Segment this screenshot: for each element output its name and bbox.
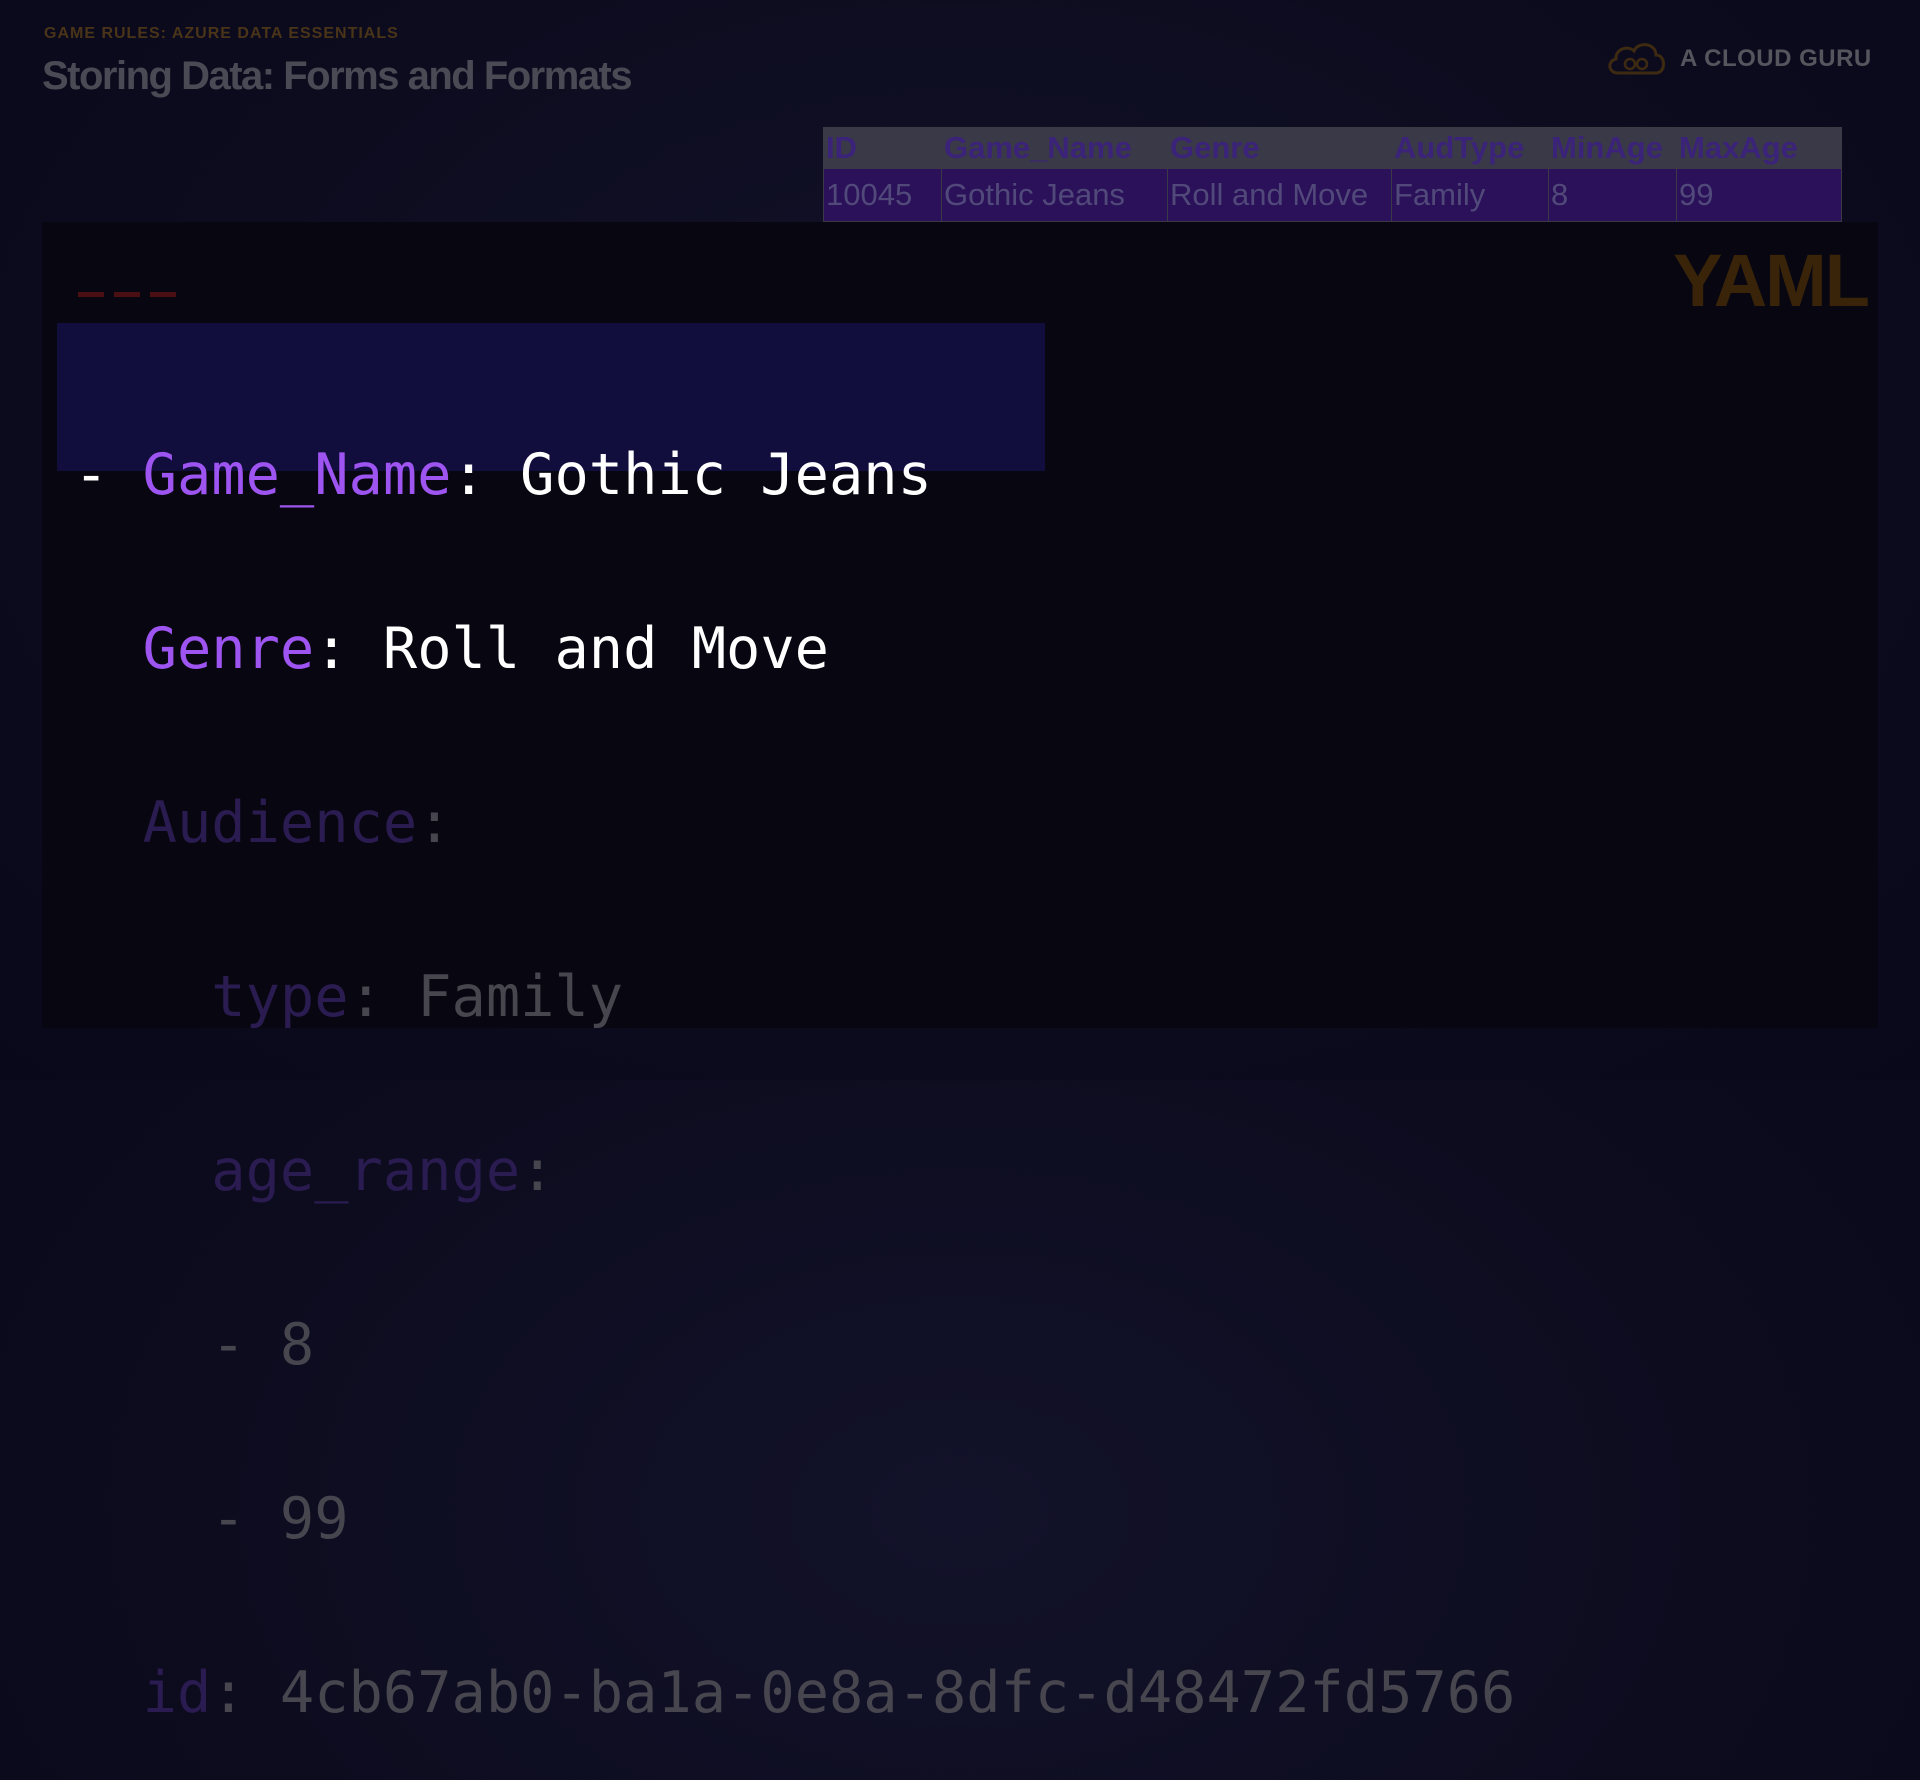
yaml-key: Audience [142, 790, 418, 856]
yaml-line-min-age: - 8 [211, 1312, 315, 1378]
table-cell: 10045 [823, 168, 942, 222]
yaml-line-max-age: - 99 [211, 1486, 349, 1552]
dash-mark [150, 292, 176, 297]
course-eyebrow: GAME RULES: AZURE DATA ESSENTIALS [44, 25, 399, 42]
table-cell: Family [1391, 168, 1549, 222]
brand-name: A CLOUD GURU [1680, 45, 1872, 72]
column-header-maxage: MaxAge [1676, 127, 1842, 169]
table-cell: Roll and Move [1167, 168, 1392, 222]
yaml-value: Family [417, 964, 624, 1030]
yaml-line-type: type: Family [211, 964, 624, 1030]
brand-logo: A CLOUD GURU [1604, 36, 1872, 82]
yaml-key: Genre [142, 616, 315, 682]
table-cell: 8 [1548, 168, 1677, 222]
yaml-line-audience: Audience: [142, 790, 452, 856]
column-header-id: ID [823, 127, 942, 169]
yaml-line-game-name: - Game_Name: Gothic Jeans [74, 442, 932, 508]
yaml-line-id: id: 4cb67ab0-ba1a-0e8a-8dfc-d48472fd5766 [142, 1660, 1516, 1726]
dash-mark [114, 292, 140, 297]
column-header-minage: MinAge [1548, 127, 1677, 169]
table-cell: Gothic Jeans [941, 168, 1168, 222]
yaml-key: type [211, 964, 349, 1030]
page-title: Storing Data: Forms and Formats [42, 54, 633, 98]
table-row: 10045 Gothic Jeans Roll and Move Family … [823, 168, 1842, 222]
yaml-line-age-range: age_range: [211, 1138, 555, 1204]
dash-mark [78, 292, 104, 297]
format-label: YAML [1673, 239, 1870, 322]
yaml-code-block: - Game_Name: Gothic Jeans Genre: Roll an… [74, 330, 1515, 1780]
yaml-line-genre: Genre: Roll and Move [142, 616, 829, 682]
cloud-icon [1608, 43, 1665, 75]
yaml-value: Gothic Jeans [520, 442, 932, 508]
yaml-value: 99 [279, 1486, 349, 1552]
yaml-value: Roll and Move [382, 616, 829, 682]
column-header-audtype: AudType [1391, 127, 1549, 169]
yaml-key: Game_Name [142, 442, 452, 508]
yaml-document-start [78, 292, 176, 297]
yaml-value: 4cb67ab0-ba1a-0e8a-8dfc-d48472fd5766 [279, 1660, 1516, 1726]
yaml-value: 8 [279, 1312, 315, 1378]
yaml-key: id [142, 1660, 212, 1726]
data-table: ID Game_Name Genre AudType MinAge MaxAge… [823, 127, 1842, 222]
column-header-game-name: Game_Name [941, 127, 1168, 169]
table-cell: 99 [1676, 168, 1842, 222]
column-header-genre: Genre [1167, 127, 1392, 169]
table-header-row: ID Game_Name Genre AudType MinAge MaxAge [823, 127, 1842, 169]
yaml-key: age_range [211, 1138, 521, 1204]
